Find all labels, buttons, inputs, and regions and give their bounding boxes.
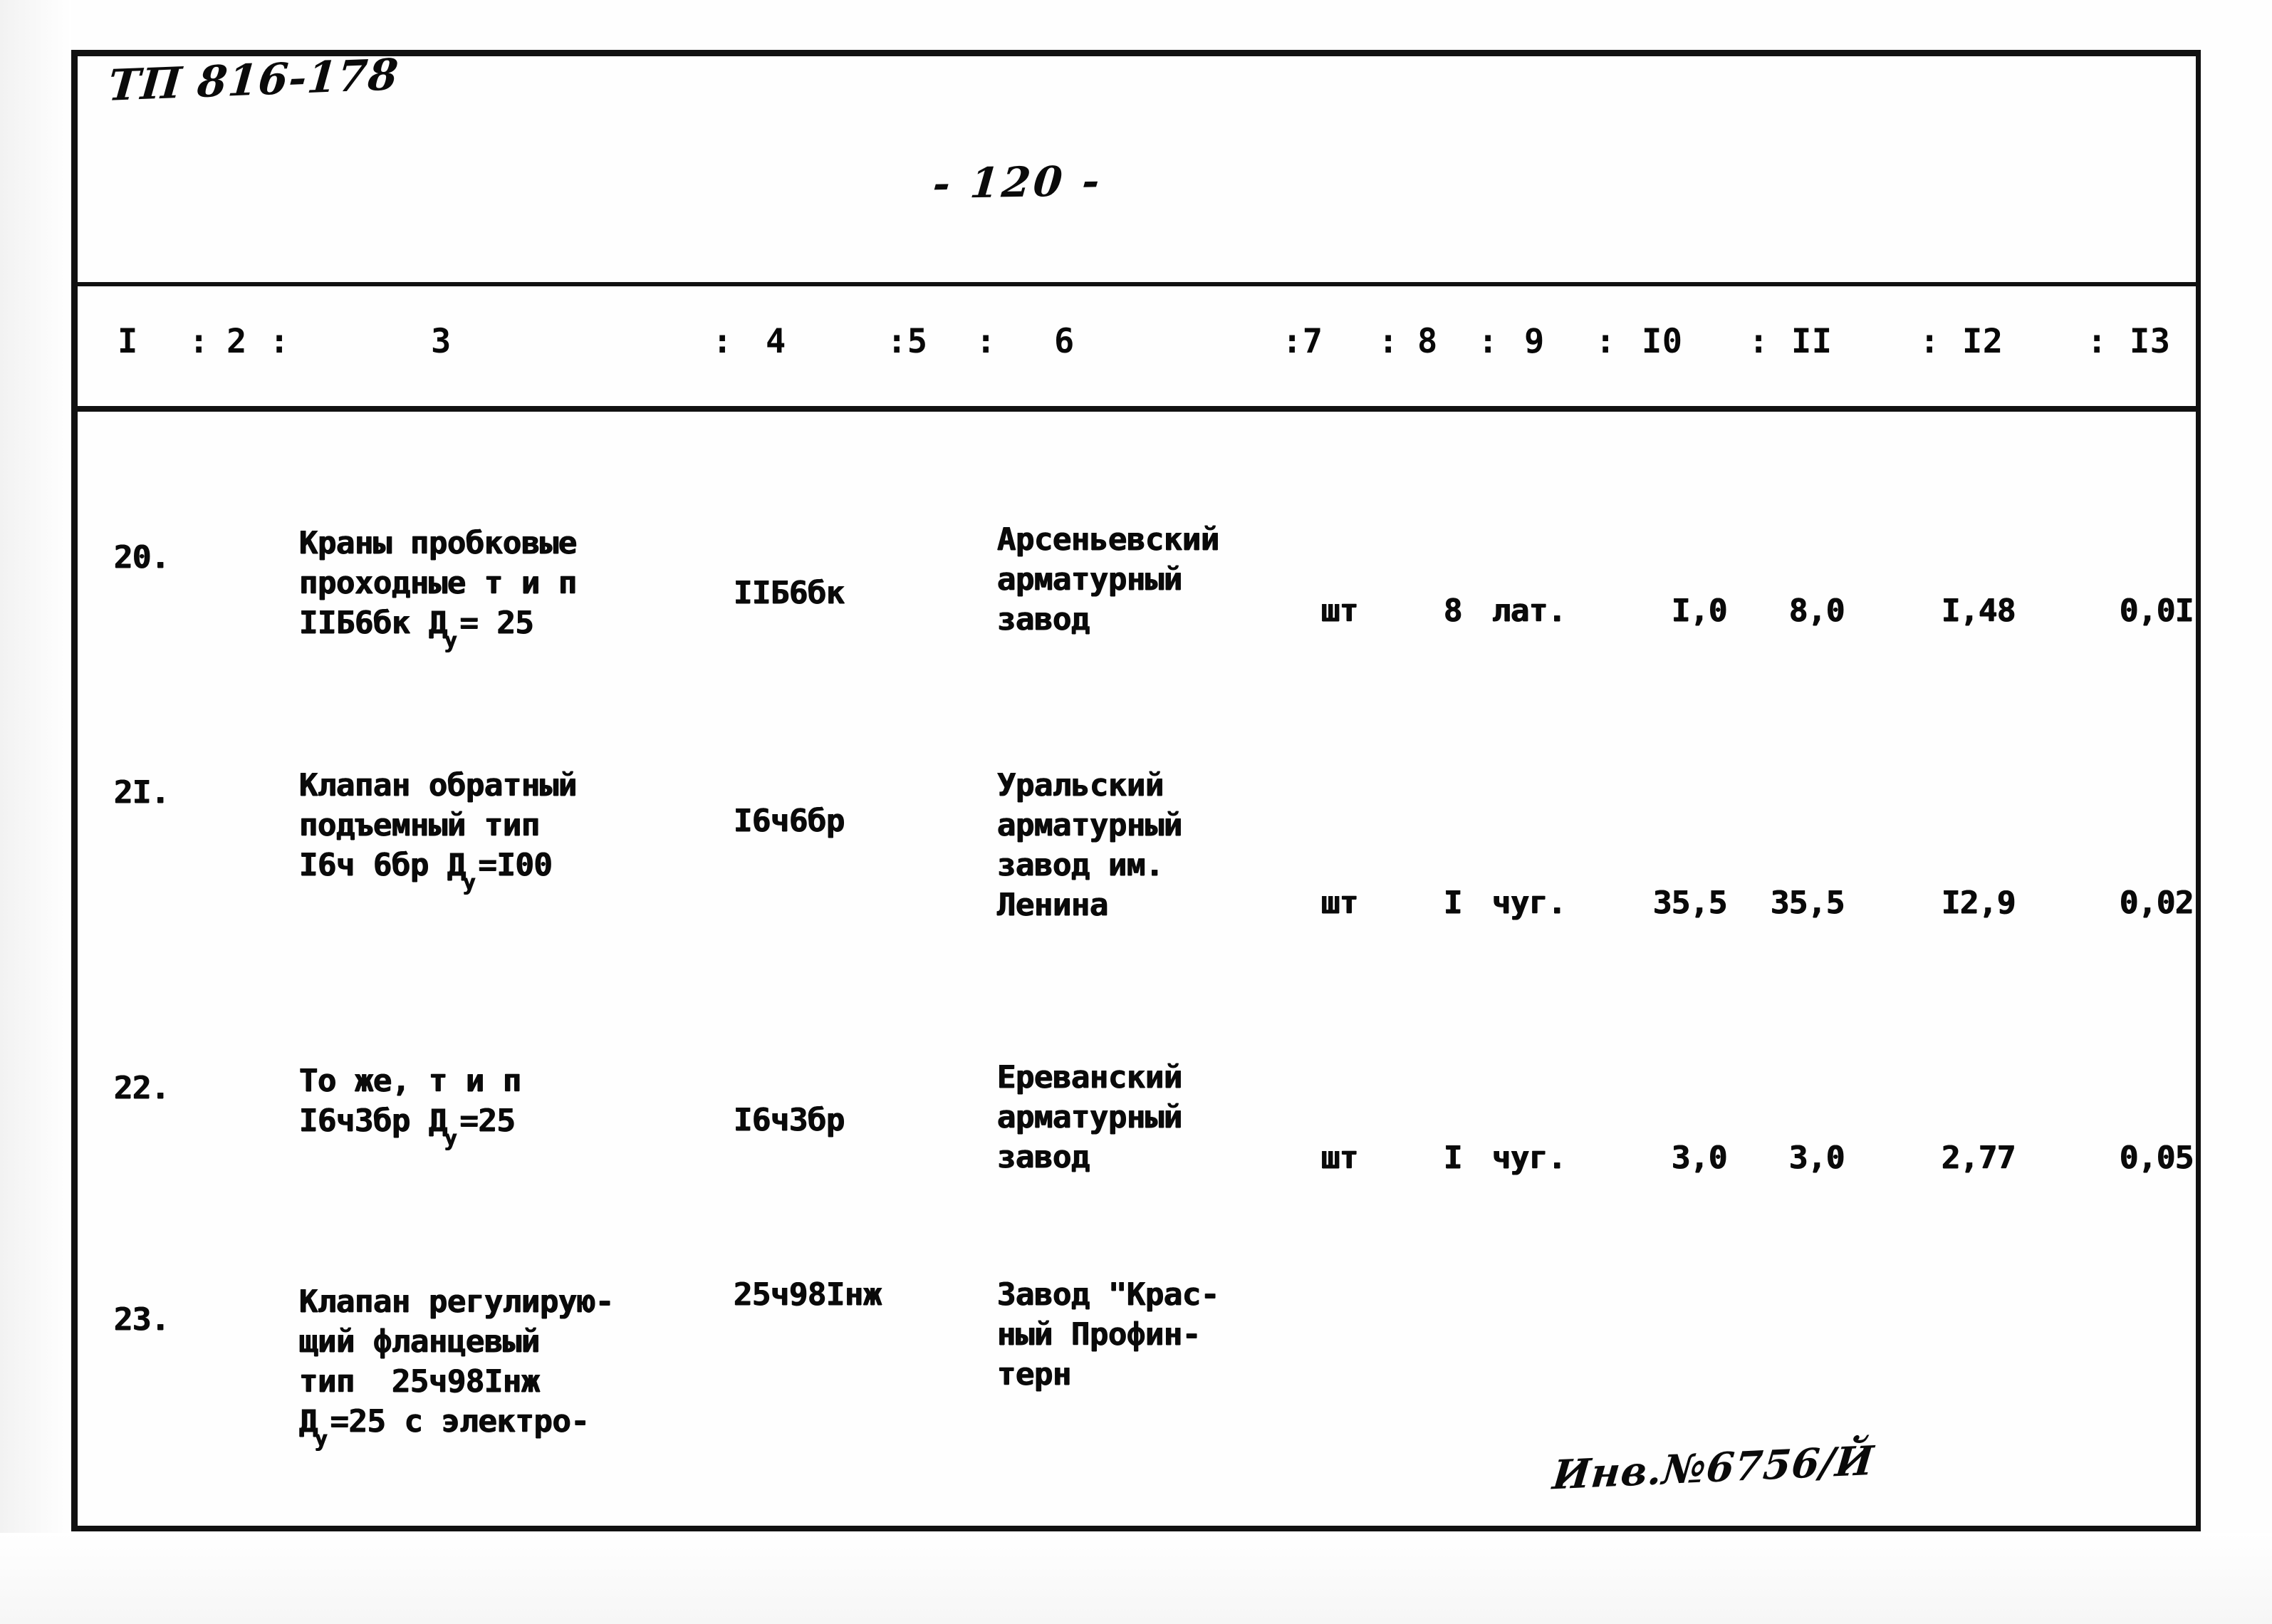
item-name-line: Ду=25 с электро- — [299, 1403, 590, 1452]
mass-per-unit: 3,0 — [1672, 1140, 1727, 1176]
nominal-diameter-subscript: у — [315, 1426, 328, 1452]
column-number-2: 2 — [226, 322, 247, 361]
material: лат. — [1492, 593, 1566, 629]
scanned-page: ТП 816-178 - 120 - I:2:3:4:5:6:7:8:9: I0:… — [0, 0, 2272, 1624]
column-number-20: I2 — [1962, 322, 2003, 361]
column-number-18: II — [1791, 322, 1833, 361]
manufacturer-line: завод — [997, 601, 1090, 637]
nominal-diameter-subscript: у — [444, 1125, 457, 1151]
item-name-line: проходные т и п — [299, 565, 577, 601]
mass-per-unit: 35,5 — [1653, 885, 1727, 921]
rule-under-title — [71, 282, 2201, 286]
column-number-11: : — [1378, 322, 1399, 361]
scan-edge-shading-left — [0, 0, 71, 1624]
manufacturer-line: завод им. — [997, 847, 1164, 883]
manufacturer-line: завод — [997, 1139, 1090, 1175]
value-column-11: 2,77 — [1942, 1140, 2016, 1176]
column-number-8: : — [976, 322, 996, 361]
item-name-line: тип 25ч98Iнж — [299, 1363, 540, 1400]
item-name-suffix: = 25 — [459, 605, 534, 641]
quantity: 8 — [1444, 593, 1463, 629]
item-name-suffix: =25 с электро- — [330, 1403, 590, 1440]
column-number-19: : — [1919, 322, 1940, 361]
mass-total: 35,5 — [1771, 885, 1845, 921]
manufacturer-line: Уральский — [997, 767, 1164, 803]
unit-of-measure: шт — [1321, 885, 1358, 921]
page-number: - 120 - — [931, 156, 1105, 209]
value-column-11: I,48 — [1942, 593, 2016, 629]
item-name-line: I6ч3бр Ду=25 — [299, 1103, 516, 1151]
unit-of-measure: шт — [1321, 1140, 1358, 1176]
manufacturer: Ереванский арматурный завод — [997, 1058, 1296, 1177]
manufacturer-line: Арсеньевский — [997, 521, 1219, 558]
material: чуг. — [1492, 1140, 1566, 1176]
nominal-diameter-subscript: у — [444, 628, 457, 653]
row-number: 20. — [114, 539, 170, 576]
item-mark: 25ч98Iнж — [734, 1276, 882, 1313]
value-column-11: I2,9 — [1942, 885, 2016, 921]
manufacturer-line: арматурный — [997, 807, 1182, 843]
column-number-10: :7 — [1282, 322, 1323, 361]
item-name-line: щий фланцевый — [299, 1323, 540, 1360]
column-number-12: 8 — [1417, 322, 1438, 361]
manufacturer-line: терн — [997, 1356, 1071, 1393]
mass-per-unit: I,0 — [1672, 593, 1727, 629]
manufacturer-line: Ереванский — [997, 1059, 1182, 1095]
item-mark: I6ч3бр — [734, 1102, 845, 1138]
item-name: Краны пробковые проходные т и п IIБ6бк Ду=… — [299, 524, 684, 653]
column-number-0: I — [118, 322, 138, 361]
mass-total: 3,0 — [1789, 1140, 1845, 1176]
item-name-line: I6ч 6бр Ду=I00 — [299, 847, 553, 895]
scan-edge-shading-bottom — [0, 1533, 2272, 1624]
column-number-5: : — [712, 322, 733, 361]
item-name-line: Краны пробковые — [299, 525, 577, 561]
manufacturer: Завод "Крас-ный Профин-терн — [997, 1275, 1296, 1395]
value-column-12: 0,0I — [2120, 593, 2194, 629]
column-number-1: : — [189, 322, 209, 361]
item-name: Клапан обратный подъемный тип I6ч 6бр Ду=I… — [299, 766, 684, 895]
manufacturer: Уральский арматурный завод им. Ленина — [997, 766, 1296, 925]
value-column-12: 0,05 — [2120, 1140, 2194, 1176]
quantity: I — [1444, 1140, 1463, 1176]
column-number-17: : — [1749, 322, 1769, 361]
column-number-4: 3 — [431, 322, 452, 361]
column-number-3: : — [269, 322, 290, 361]
manufacturer-line: Завод "Крас- — [997, 1276, 1219, 1313]
item-name-suffix: =I00 — [478, 847, 553, 883]
item-name-line: То же, т и п — [299, 1063, 521, 1099]
material: чуг. — [1492, 885, 1566, 921]
column-number-15: : — [1595, 322, 1616, 361]
mass-total: 8,0 — [1789, 593, 1845, 629]
item-name-line: подъемный тип — [299, 807, 540, 843]
item-name-line: IIБ6бк Ду= 25 — [299, 605, 534, 653]
column-number-14: 9 — [1524, 322, 1545, 361]
item-name-line: Клапан обратный — [299, 767, 577, 803]
unit-of-measure: шт — [1321, 593, 1358, 629]
column-number-21: : — [2087, 322, 2107, 361]
column-number-7: :5 — [887, 322, 928, 361]
column-number-6: 4 — [766, 322, 786, 361]
manufacturer: Арсеньевский арматурный завод — [997, 520, 1296, 640]
item-name-suffix: =25 — [459, 1103, 516, 1139]
item-name-line: Клапан регулирую- — [299, 1284, 614, 1320]
manufacturer-line: арматурный — [997, 561, 1182, 598]
manufacturer-line: ный Профин- — [997, 1316, 1201, 1353]
rule-under-column-header — [71, 406, 2201, 412]
manufacturer-line: арматурный — [997, 1099, 1182, 1135]
quantity: I — [1444, 885, 1463, 921]
item-mark: I6ч6бр — [734, 803, 845, 839]
row-number: 22. — [114, 1070, 170, 1106]
column-number-16: I0 — [1642, 322, 1683, 361]
row-number: 23. — [114, 1301, 170, 1338]
item-name: То же, т и п I6ч3бр Ду=25 — [299, 1061, 684, 1151]
item-mark: IIБ6бк — [734, 575, 845, 611]
manufacturer-line: Ленина — [997, 887, 1108, 923]
column-number-13: : — [1478, 322, 1499, 361]
column-number-22: I3 — [2130, 322, 2171, 361]
column-number-9: 6 — [1054, 322, 1075, 361]
item-name: Клапан регулирую-щий фланцевый тип 25ч98I… — [299, 1282, 684, 1452]
row-number: 2I. — [114, 774, 170, 811]
value-column-12: 0,02 — [2120, 885, 2194, 921]
nominal-diameter-subscript: у — [462, 870, 476, 895]
